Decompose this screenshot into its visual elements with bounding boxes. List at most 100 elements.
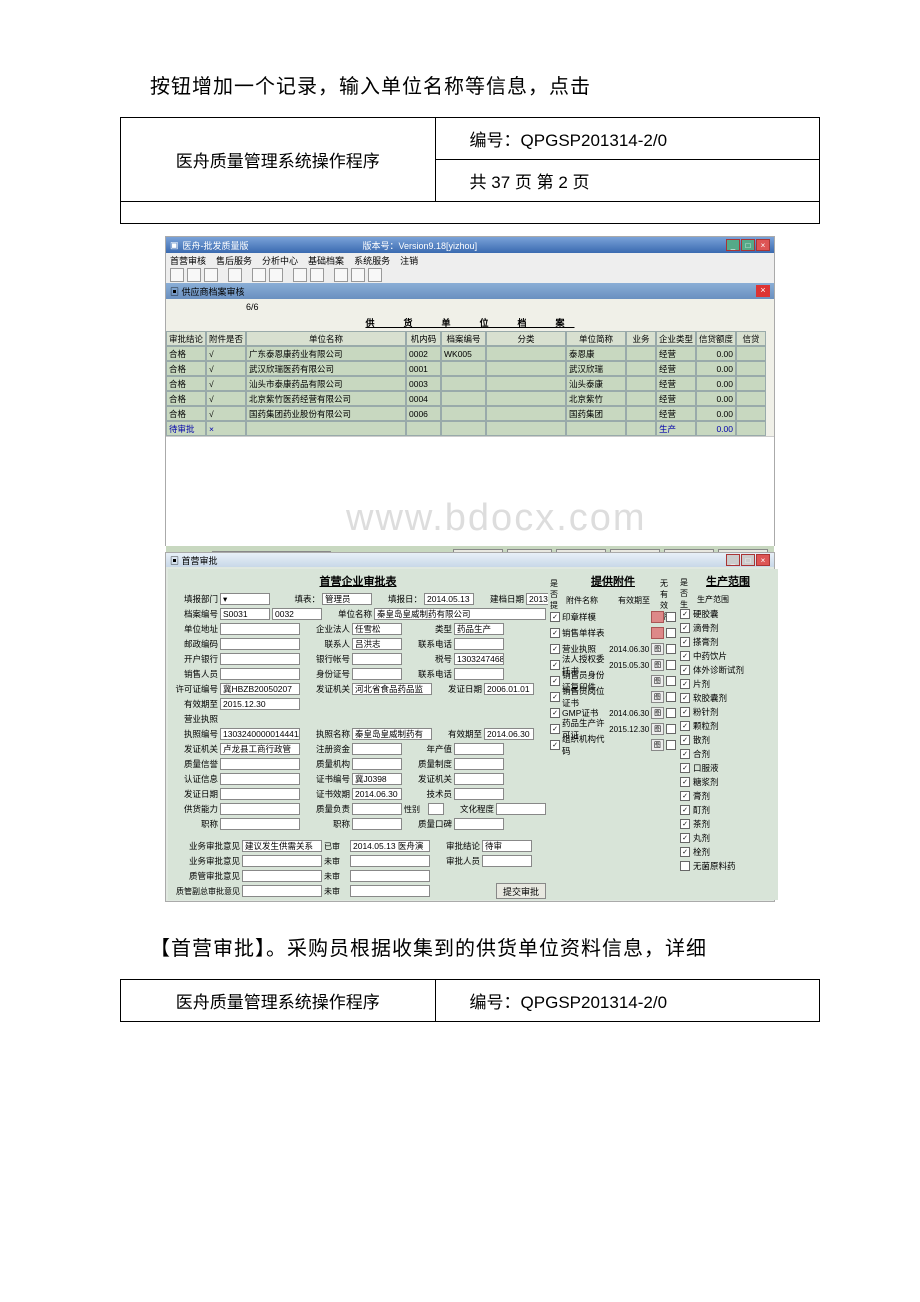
grid-cell[interactable]: √ xyxy=(206,346,246,361)
menu-item[interactable]: 注销 xyxy=(400,254,418,267)
grid-cell[interactable]: 0.00 xyxy=(696,421,736,436)
no-expiry-checkbox[interactable] xyxy=(666,708,676,718)
tool-button[interactable] xyxy=(170,268,184,282)
bank-input[interactable] xyxy=(220,653,300,665)
scope-checkbox[interactable] xyxy=(680,847,690,857)
no-expiry-checkbox[interactable] xyxy=(666,676,676,686)
dept-select[interactable]: ▾ xyxy=(220,593,270,605)
grid-cell[interactable]: × xyxy=(206,421,246,436)
no-expiry-checkbox[interactable] xyxy=(666,740,676,750)
sales-input[interactable] xyxy=(220,668,300,680)
grid-cell[interactable]: √ xyxy=(206,376,246,391)
reviewer-input[interactable] xyxy=(482,855,532,867)
view-button[interactable]: 图 xyxy=(651,723,664,735)
menu-item[interactable]: 系统服务 xyxy=(354,254,390,267)
supply-input[interactable] xyxy=(220,803,300,815)
maximize-button[interactable]: □ xyxy=(741,554,755,566)
sex-input[interactable] xyxy=(428,803,444,815)
archive-no[interactable]: S0031 xyxy=(220,608,270,620)
tool-button[interactable] xyxy=(368,268,382,282)
filler-input[interactable]: 管理员 xyxy=(322,593,372,605)
menu-item[interactable]: 售后服务 xyxy=(216,254,252,267)
grid-cell[interactable]: √ xyxy=(206,406,246,421)
tool-button[interactable] xyxy=(334,268,348,282)
biz-org[interactable]: 卢龙县工商行政管理局 xyxy=(220,743,300,755)
acct-input[interactable] xyxy=(352,653,402,665)
grid-cell[interactable]: 0003 xyxy=(406,376,441,391)
no-expiry-checkbox[interactable] xyxy=(666,692,676,702)
grid-cell[interactable]: 待审批 xyxy=(166,421,206,436)
grid-cell[interactable] xyxy=(441,391,486,406)
biz-name[interactable]: 秦皇岛皇威制药有限公司 xyxy=(352,728,432,740)
grid-cell[interactable]: 北京紫竹医药经营有限公司 xyxy=(246,391,406,406)
close-button[interactable]: × xyxy=(756,554,770,566)
grid-cell[interactable]: 经营 xyxy=(656,376,696,391)
grid-cell[interactable]: 广东泰恩康药业有限公司 xyxy=(246,346,406,361)
scope-checkbox[interactable] xyxy=(680,763,690,773)
grid-cell[interactable] xyxy=(246,421,406,436)
scope-checkbox[interactable] xyxy=(680,791,690,801)
op2-input[interactable] xyxy=(242,855,322,867)
grid-cell[interactable]: 0004 xyxy=(406,391,441,406)
qm-input[interactable] xyxy=(352,803,402,815)
view-button[interactable]: 图 xyxy=(651,691,664,703)
grid-cell[interactable]: WK005 xyxy=(441,346,486,361)
cert-date[interactable] xyxy=(220,788,300,800)
provided-checkbox[interactable] xyxy=(550,724,560,734)
archive-no2[interactable]: 0032 xyxy=(272,608,322,620)
cert-input[interactable] xyxy=(220,773,300,785)
minimize-button[interactable]: _ xyxy=(726,239,740,251)
scope-checkbox[interactable] xyxy=(680,861,690,871)
tool-button[interactable] xyxy=(293,268,307,282)
scope-checkbox[interactable] xyxy=(680,749,690,759)
grid-cell[interactable]: 北京紫竹 xyxy=(566,391,626,406)
qc-input[interactable] xyxy=(220,758,300,770)
grid-cell[interactable] xyxy=(626,361,656,376)
provided-checkbox[interactable] xyxy=(550,708,560,718)
grid-cell[interactable]: 合格 xyxy=(166,406,206,421)
no-expiry-checkbox[interactable] xyxy=(666,660,676,670)
provided-checkbox[interactable] xyxy=(550,676,560,686)
grid-cell[interactable]: 国药集团药业股份有限公司 xyxy=(246,406,406,421)
grid-cell[interactable] xyxy=(486,346,566,361)
submit-approval-button[interactable]: 提交审批 xyxy=(496,883,546,899)
grid-cell[interactable] xyxy=(626,346,656,361)
phone-input[interactable] xyxy=(454,638,504,650)
close-button[interactable]: × xyxy=(756,239,770,251)
scope-checkbox[interactable] xyxy=(680,679,690,689)
grid-cell[interactable] xyxy=(486,361,566,376)
provided-checkbox[interactable] xyxy=(550,612,560,622)
grid-cell[interactable]: √ xyxy=(206,391,246,406)
grid-cell[interactable]: 0001 xyxy=(406,361,441,376)
title2-input[interactable] xyxy=(352,818,402,830)
provided-checkbox[interactable] xyxy=(550,628,560,638)
tool-button[interactable] xyxy=(310,268,324,282)
result-input[interactable]: 待审 xyxy=(482,840,532,852)
view-button[interactable]: 图 xyxy=(651,675,664,687)
cert-exp[interactable]: 2014.06.30 xyxy=(352,788,402,800)
grid-cell[interactable]: 0006 xyxy=(406,406,441,421)
scope-checkbox[interactable] xyxy=(680,777,690,787)
op4-input[interactable] xyxy=(242,885,322,897)
grid-cell[interactable] xyxy=(441,421,486,436)
view-button[interactable]: 图 xyxy=(651,659,664,671)
scope-checkbox[interactable] xyxy=(680,609,690,619)
attach-action-button[interactable] xyxy=(651,611,664,623)
contact-input[interactable]: 吕洪志 xyxy=(352,638,402,650)
title-input[interactable] xyxy=(220,818,300,830)
biz-no[interactable]: 1303240000014441/2 xyxy=(220,728,300,740)
cert-no[interactable]: 冀J0398 xyxy=(352,773,402,785)
grid-cell[interactable] xyxy=(736,376,766,391)
grid-cell[interactable]: 泰恩康 xyxy=(566,346,626,361)
biz-exp[interactable]: 2014.06.30 xyxy=(484,728,534,740)
grid-cell[interactable] xyxy=(486,421,566,436)
grid-cell[interactable]: 合格 xyxy=(166,346,206,361)
unit-name[interactable]: 秦皇岛皇威制药有限公司 xyxy=(374,608,546,620)
menu-item[interactable]: 分析中心 xyxy=(262,254,298,267)
fill-date[interactable]: 2014.05.13 xyxy=(424,593,474,605)
tech-input[interactable] xyxy=(454,788,504,800)
prod-input[interactable] xyxy=(454,743,504,755)
scope-checkbox[interactable] xyxy=(680,651,690,661)
id-input[interactable] xyxy=(352,668,402,680)
type-input[interactable]: 药品生产 xyxy=(454,623,504,635)
